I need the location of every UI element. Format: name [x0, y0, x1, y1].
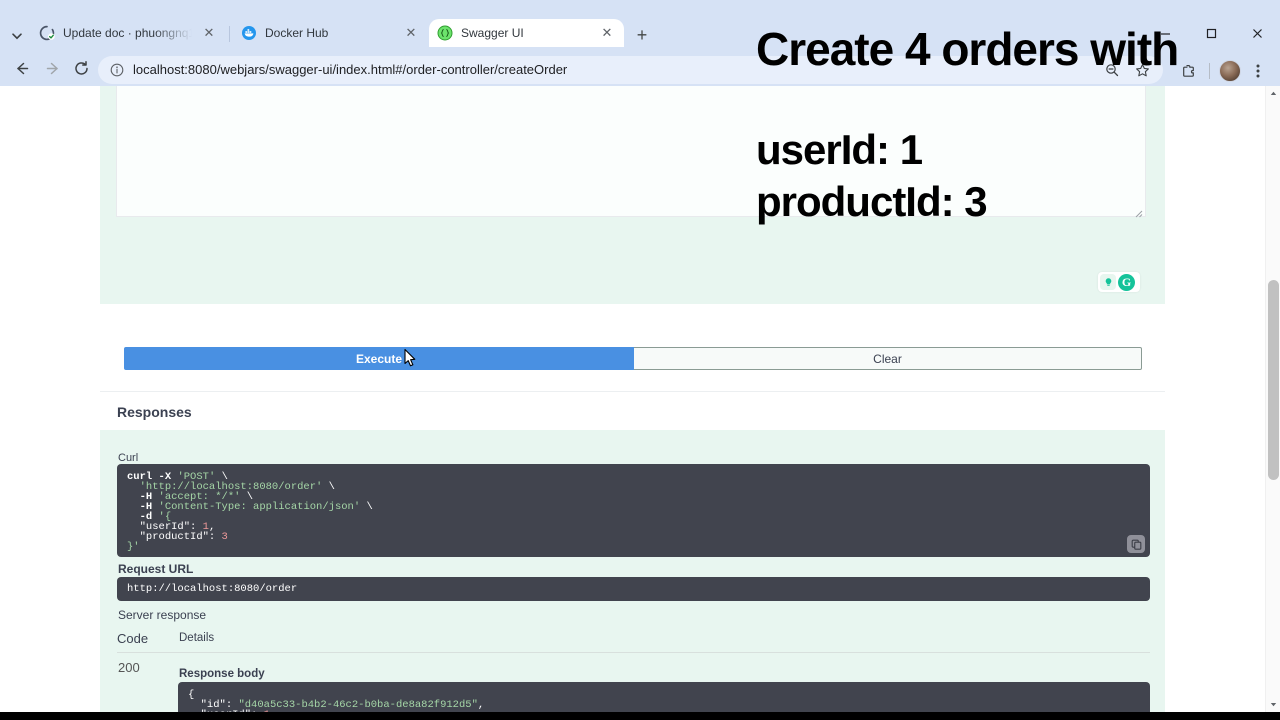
mouse-cursor: [400, 348, 418, 370]
tab-close-icon[interactable]: ✕: [402, 24, 420, 42]
overlay-caption-line-3: productId: 3: [756, 178, 988, 225]
bottom-letterbox-bar: [0, 712, 1280, 720]
docker-icon: [241, 25, 257, 41]
response-body-block: { "id": "d40a5c33-b4b2-46c2-b0ba-de8a82f…: [178, 682, 1150, 712]
scroll-up-arrow-icon[interactable]: [1266, 86, 1280, 101]
scroll-down-arrow-icon[interactable]: [1266, 697, 1280, 712]
tab-separator: [229, 26, 230, 42]
lightbulb-icon[interactable]: [1100, 274, 1116, 290]
overlay-caption-line-2: userId: 1: [756, 126, 923, 173]
table-header-code: Code: [117, 631, 149, 646]
browser-window: Update doc · phuongnq1995/sa ✕ Docker: [0, 0, 1280, 712]
back-arrow-icon[interactable]: [8, 55, 34, 81]
extensions-puzzle-icon[interactable]: [1175, 57, 1203, 85]
swagger-ui-page: G Execute Clear Responses Curl curl -X '…: [0, 86, 1265, 712]
toolbar-right-actions: [1175, 57, 1272, 85]
tab-title: Update doc · phuongnq1995/sa: [63, 26, 192, 40]
request-body-textarea[interactable]: [116, 86, 1146, 218]
request-url-label: Request URL: [118, 562, 194, 576]
window-close-icon[interactable]: [1234, 18, 1280, 48]
tab-close-icon[interactable]: ✕: [200, 24, 218, 42]
tab-title: Swagger UI: [461, 26, 524, 40]
tab-title: Docker Hub: [265, 26, 329, 40]
server-response-label: Server response: [118, 608, 207, 622]
scrollbar-thumb[interactable]: [1268, 280, 1279, 480]
github-loading-icon: [39, 25, 55, 41]
browser-tab-docker-hub[interactable]: Docker Hub ✕: [233, 19, 428, 47]
window-maximize-icon[interactable]: [1188, 18, 1234, 48]
reload-icon[interactable]: [68, 55, 94, 81]
request-url-value: http://localhost:8080/order: [117, 577, 1150, 601]
page-viewport: G Execute Clear Responses Curl curl -X '…: [0, 86, 1280, 712]
copy-curl-icon[interactable]: [1127, 535, 1145, 553]
table-divider: [117, 652, 1150, 653]
page-scrollbar[interactable]: [1265, 86, 1280, 712]
execute-button[interactable]: Execute: [124, 347, 634, 370]
response-code: 200: [118, 660, 140, 675]
tab-close-icon[interactable]: ✕: [598, 24, 616, 42]
browser-tab-swagger-ui[interactable]: Swagger UI ✕: [429, 19, 624, 47]
swagger-icon: [437, 25, 453, 41]
toolbar-divider: [1209, 63, 1210, 79]
overlay-caption-line-1: Create 4 orders with: [756, 23, 1179, 75]
profile-avatar[interactable]: [1216, 57, 1244, 85]
grammarly-g-icon[interactable]: G: [1118, 273, 1135, 291]
new-tab-button[interactable]: +: [630, 23, 654, 47]
tab-search-chevron-down-icon[interactable]: [4, 23, 30, 49]
table-header-details: Details: [179, 632, 215, 644]
site-info-icon[interactable]: [108, 62, 125, 79]
grammarly-widget[interactable]: G: [1098, 272, 1140, 292]
browser-tab-update-doc[interactable]: Update doc · phuongnq1995/sa ✕: [31, 19, 226, 47]
three-dot-menu-icon[interactable]: [1244, 57, 1272, 85]
textarea-resize-handle[interactable]: [1133, 205, 1143, 218]
action-button-row: Execute Clear: [124, 347, 1142, 370]
responses-heading: Responses: [117, 404, 192, 420]
response-body-label: Response body: [179, 668, 265, 680]
avatar: [1219, 60, 1241, 82]
screenshot-root: Update doc · phuongnq1995/sa ✕ Docker: [0, 0, 1280, 720]
forward-arrow-icon[interactable]: [40, 55, 66, 81]
curl-command-block: curl -X 'POST' \ 'http://localhost:8080/…: [117, 464, 1150, 557]
clear-button[interactable]: Clear: [634, 347, 1142, 370]
curl-label: Curl: [118, 452, 139, 464]
responses-header-band: Responses: [100, 391, 1165, 430]
